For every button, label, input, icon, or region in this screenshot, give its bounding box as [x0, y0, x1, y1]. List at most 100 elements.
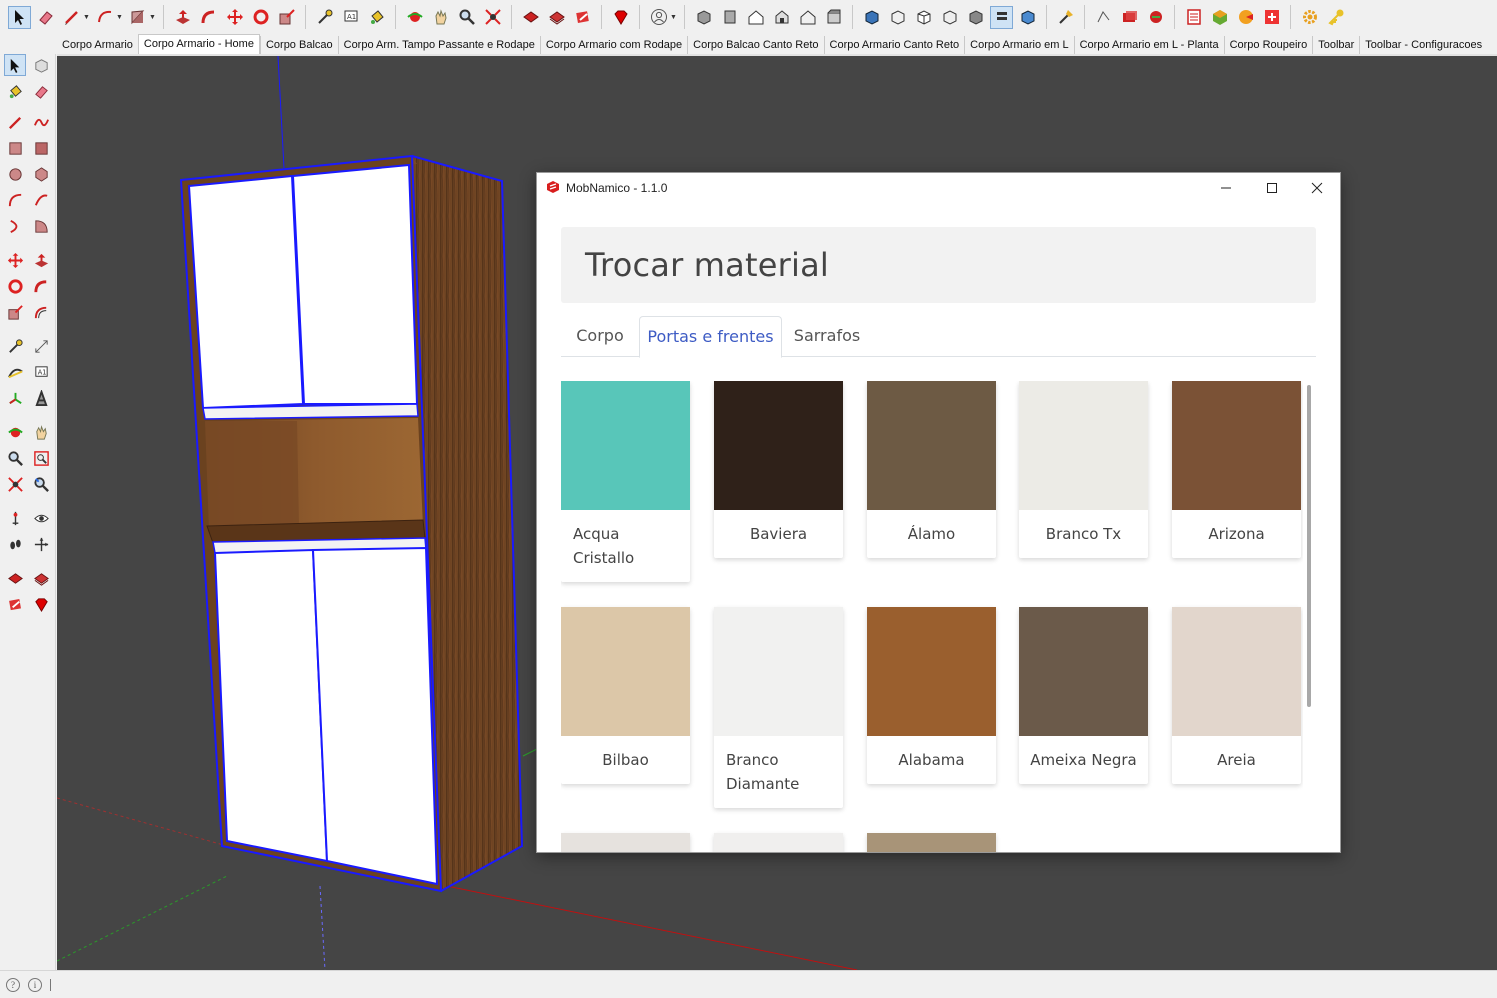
- top-view-icon[interactable]: [718, 6, 741, 29]
- rotated-rectangle-icon[interactable]: [30, 137, 52, 159]
- geo-location-icon[interactable]: ?: [6, 977, 20, 992]
- components-browser-icon[interactable]: [30, 567, 52, 589]
- dimension-tool-icon[interactable]: [30, 335, 52, 357]
- line-tools-dropdown[interactable]: ▼: [83, 6, 90, 29]
- license-key-icon[interactable]: [1324, 6, 1347, 29]
- material-card[interactable]: Acqua Cristallo: [561, 381, 690, 582]
- arc-tool-icon[interactable]: [93, 6, 116, 29]
- share-model-icon[interactable]: [4, 593, 26, 615]
- protractor-icon[interactable]: [4, 361, 26, 383]
- scene-tab[interactable]: Corpo Armario em L: [964, 36, 1073, 54]
- material-card[interactable]: Baviera: [714, 381, 843, 558]
- material-card[interactable]: [867, 833, 996, 852]
- scene-tab[interactable]: Corpo Balcao Canto Reto: [687, 36, 823, 54]
- tab-corpo[interactable]: Corpo: [561, 316, 639, 357]
- axes-tool-icon[interactable]: [4, 387, 26, 409]
- material-card[interactable]: Álamo: [867, 381, 996, 558]
- material-grid-scrollbar[interactable]: [1307, 385, 1311, 707]
- zoom-extents-icon[interactable]: [4, 473, 26, 495]
- settings-gear-icon[interactable]: [1298, 6, 1321, 29]
- push-pull-tool-icon[interactable]: [30, 249, 52, 271]
- eraser-icon[interactable]: [30, 80, 52, 102]
- scene-tab[interactable]: Corpo Arm. Tampo Passante e Rodape: [337, 36, 540, 54]
- text-tool-icon[interactable]: A1: [30, 361, 52, 383]
- scene-tab[interactable]: Toolbar - Configuracoes: [1359, 36, 1487, 54]
- material-card[interactable]: [714, 833, 843, 852]
- lower-door-left[interactable]: [213, 548, 329, 863]
- back-view-icon[interactable]: [796, 6, 819, 29]
- material-card[interactable]: Ameixa Negra: [1019, 607, 1148, 784]
- move-tool-icon[interactable]: [223, 6, 246, 29]
- upper-door-right[interactable]: [291, 163, 419, 405]
- extension-manager-icon[interactable]: [1144, 6, 1167, 29]
- arc-tool-icon[interactable]: [4, 189, 26, 211]
- follow-me-tool-icon[interactable]: [197, 6, 220, 29]
- share-model-icon[interactable]: [571, 6, 594, 29]
- scene-tab[interactable]: Corpo Armario com Rodape: [539, 36, 687, 54]
- iso-view-icon[interactable]: [692, 6, 715, 29]
- material-card[interactable]: Bilbao: [561, 607, 690, 784]
- dialog-titlebar[interactable]: MobNamico - 1.1.0: [537, 173, 1340, 202]
- arc-tools-dropdown[interactable]: ▼: [116, 6, 123, 29]
- maximize-button[interactable]: [1249, 173, 1295, 202]
- scene-tab[interactable]: Corpo Armario Canto Reto: [823, 36, 965, 54]
- scene-tab-active[interactable]: Corpo Armario - Home: [137, 34, 260, 54]
- upper-door-left[interactable]: [187, 174, 305, 410]
- material-card[interactable]: Alabama: [867, 607, 996, 784]
- orbit-tool-icon[interactable]: [4, 421, 26, 443]
- xray-style-icon[interactable]: [860, 6, 883, 29]
- text-tool-icon[interactable]: A1: [339, 6, 362, 29]
- material-card[interactable]: Branco Tx: [1019, 381, 1148, 558]
- color-style-icon[interactable]: [1016, 6, 1039, 29]
- scale-tool-icon[interactable]: [4, 301, 26, 323]
- close-button[interactable]: [1294, 173, 1340, 202]
- position-camera-icon[interactable]: [4, 507, 26, 529]
- warehouse-icon[interactable]: [519, 6, 542, 29]
- lower-door-right[interactable]: [311, 546, 439, 886]
- tape-measure-icon[interactable]: [4, 335, 26, 357]
- info-icon[interactable]: i: [28, 977, 42, 992]
- zoom-window-icon[interactable]: [30, 447, 52, 469]
- follow-me-tool-icon[interactable]: [30, 275, 52, 297]
- tab-sarrafos[interactable]: Sarrafos: [782, 316, 872, 357]
- scene-tab[interactable]: Corpo Balcao: [259, 36, 338, 54]
- material-card[interactable]: [561, 833, 690, 852]
- rectangle-tool-icon[interactable]: [4, 137, 26, 159]
- push-pull-tool-icon[interactable]: [171, 6, 194, 29]
- tab-portas-e-frentes[interactable]: Portas e frentes: [639, 316, 782, 358]
- layout-export-icon[interactable]: [1118, 6, 1141, 29]
- look-around-icon[interactable]: [30, 507, 52, 529]
- warehouse-icon[interactable]: [4, 567, 26, 589]
- section-plane-icon[interactable]: [30, 533, 52, 555]
- minimize-button[interactable]: [1203, 173, 1249, 202]
- textured-style-icon[interactable]: [964, 6, 987, 29]
- scale-tool-icon[interactable]: [275, 6, 298, 29]
- paint-bucket-tool-icon[interactable]: [365, 6, 388, 29]
- shape-tools-dropdown[interactable]: ▼: [149, 6, 156, 29]
- circle-tool-icon[interactable]: [4, 163, 26, 185]
- scene-tab[interactable]: Toolbar: [1312, 36, 1359, 54]
- monochrome-style-icon[interactable]: [990, 5, 1013, 29]
- user-account-icon[interactable]: [647, 6, 670, 29]
- ruby-extension-icon[interactable]: [609, 6, 632, 29]
- pan-tool-icon[interactable]: [30, 421, 52, 443]
- front-view-icon[interactable]: [744, 6, 767, 29]
- left-view-icon[interactable]: [822, 6, 845, 29]
- pencil-line-tool-icon[interactable]: [60, 6, 83, 29]
- two-point-arc-icon[interactable]: [30, 189, 52, 211]
- components-icon[interactable]: [545, 6, 568, 29]
- polygon-tool-icon[interactable]: [30, 163, 52, 185]
- previous-view-icon[interactable]: [30, 473, 52, 495]
- select-tool-icon[interactable]: [4, 54, 26, 76]
- dimension-tool-icon[interactable]: [1092, 6, 1115, 29]
- zoom-tool-icon[interactable]: [4, 447, 26, 469]
- walk-tool-icon[interactable]: [4, 533, 26, 555]
- orbit-tool-icon[interactable]: [403, 6, 426, 29]
- account-dropdown[interactable]: ▼: [670, 6, 677, 29]
- rotate-tool-icon[interactable]: [249, 6, 272, 29]
- box-module-icon[interactable]: [1208, 6, 1231, 29]
- rectangle-tool-icon[interactable]: [126, 6, 149, 29]
- rotate-tool-icon[interactable]: [4, 275, 26, 297]
- scene-tab[interactable]: Corpo Roupeiro: [1223, 36, 1313, 54]
- hidden-line-style-icon[interactable]: [912, 6, 935, 29]
